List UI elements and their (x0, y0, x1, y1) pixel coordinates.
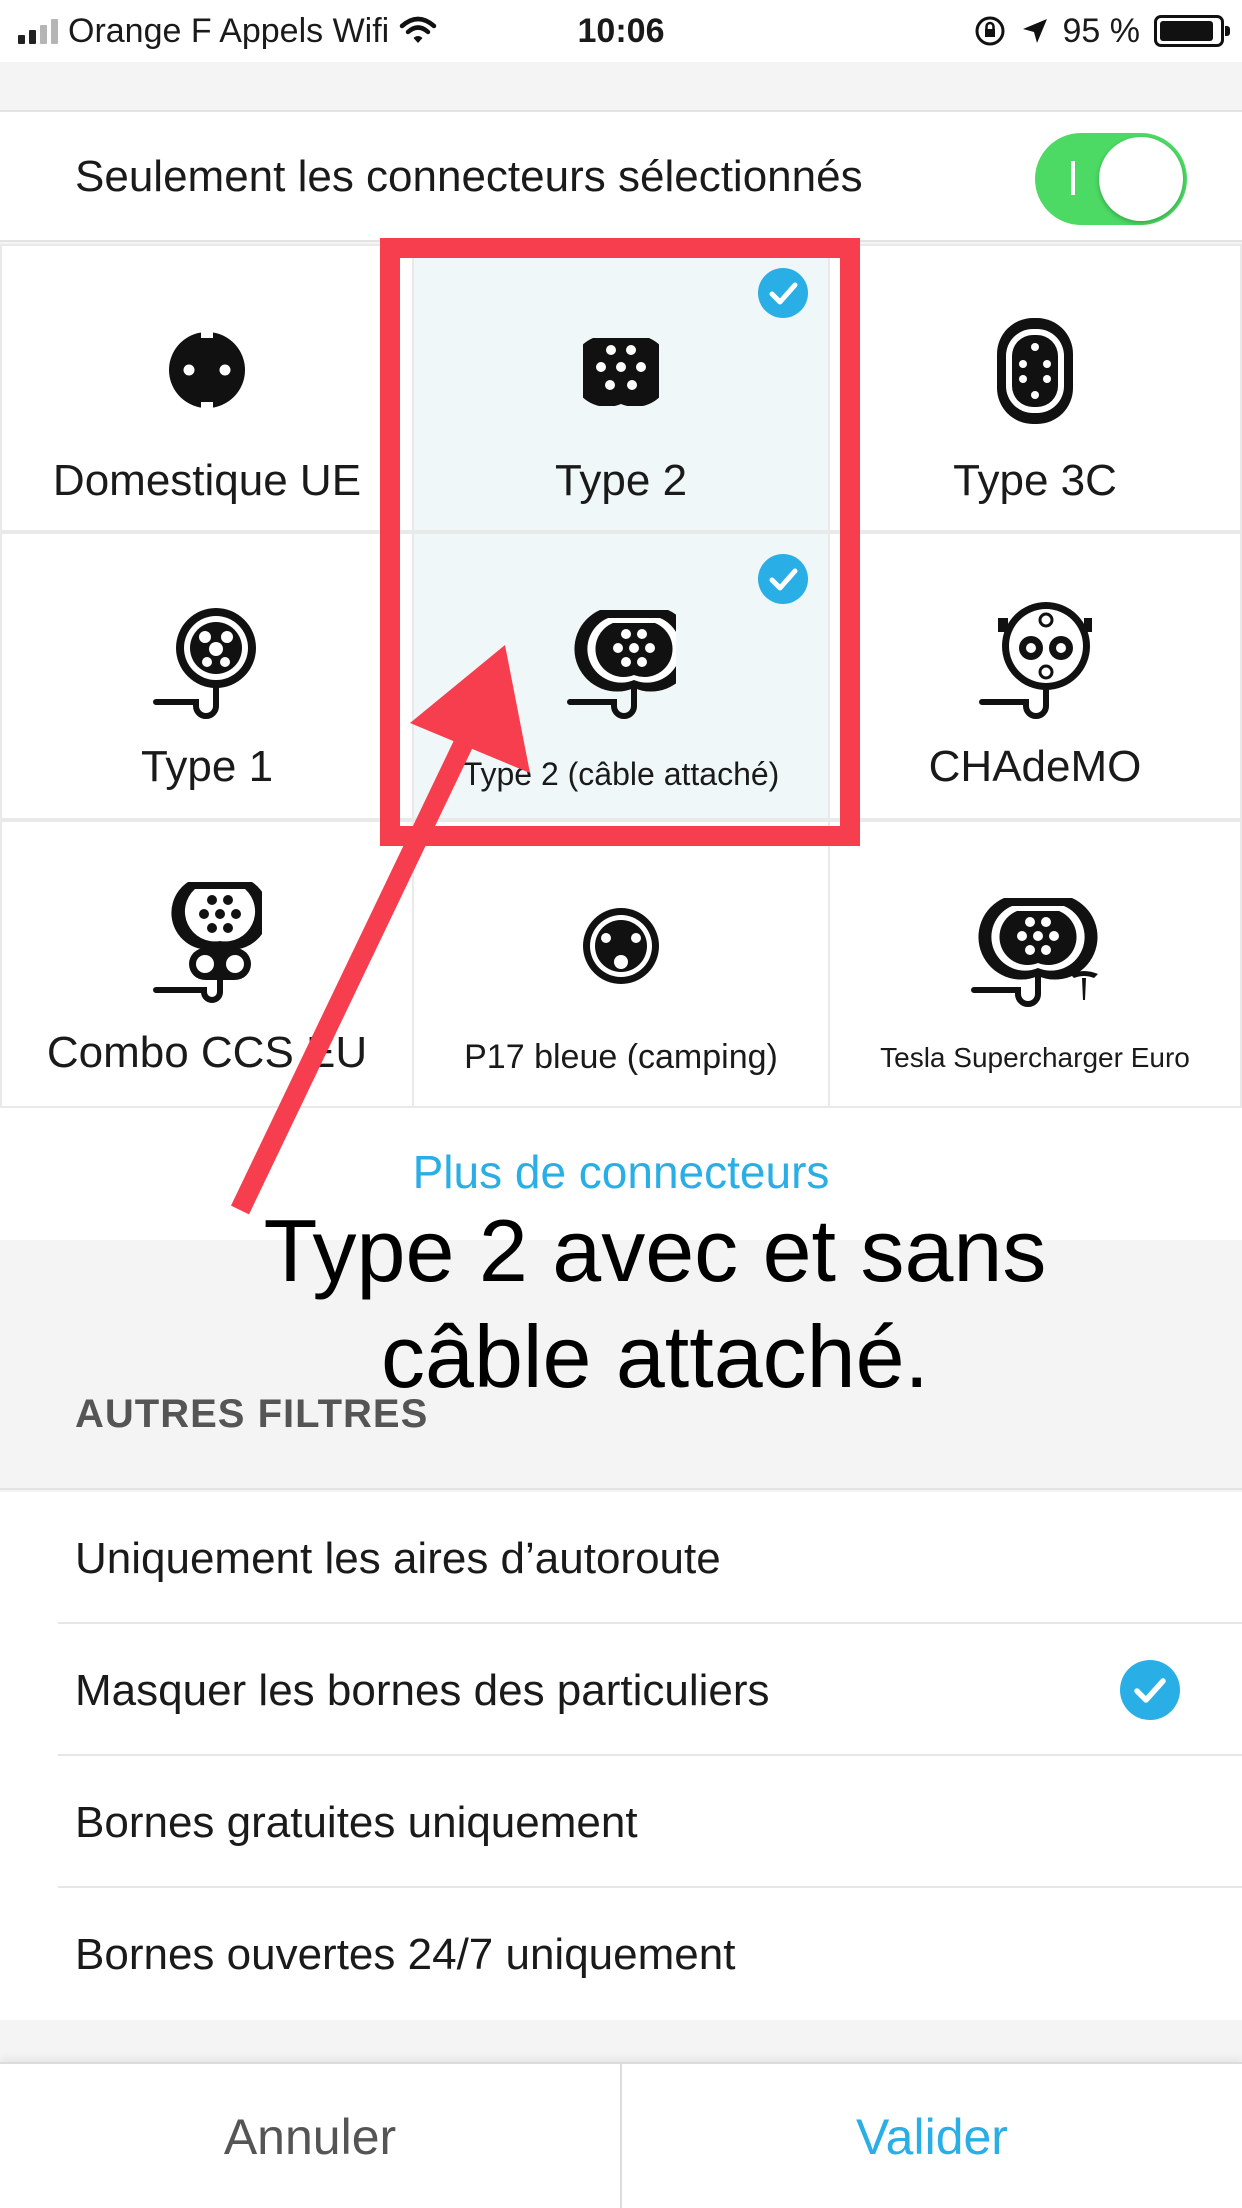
annotation-arrow (230, 645, 530, 1215)
annotation-line-2: câble attaché. (381, 1307, 929, 1406)
annotation-caption: Type 2 avec et sans câble attaché. (155, 1198, 1155, 1410)
annotation-line-1: Type 2 avec et sans (263, 1201, 1047, 1300)
